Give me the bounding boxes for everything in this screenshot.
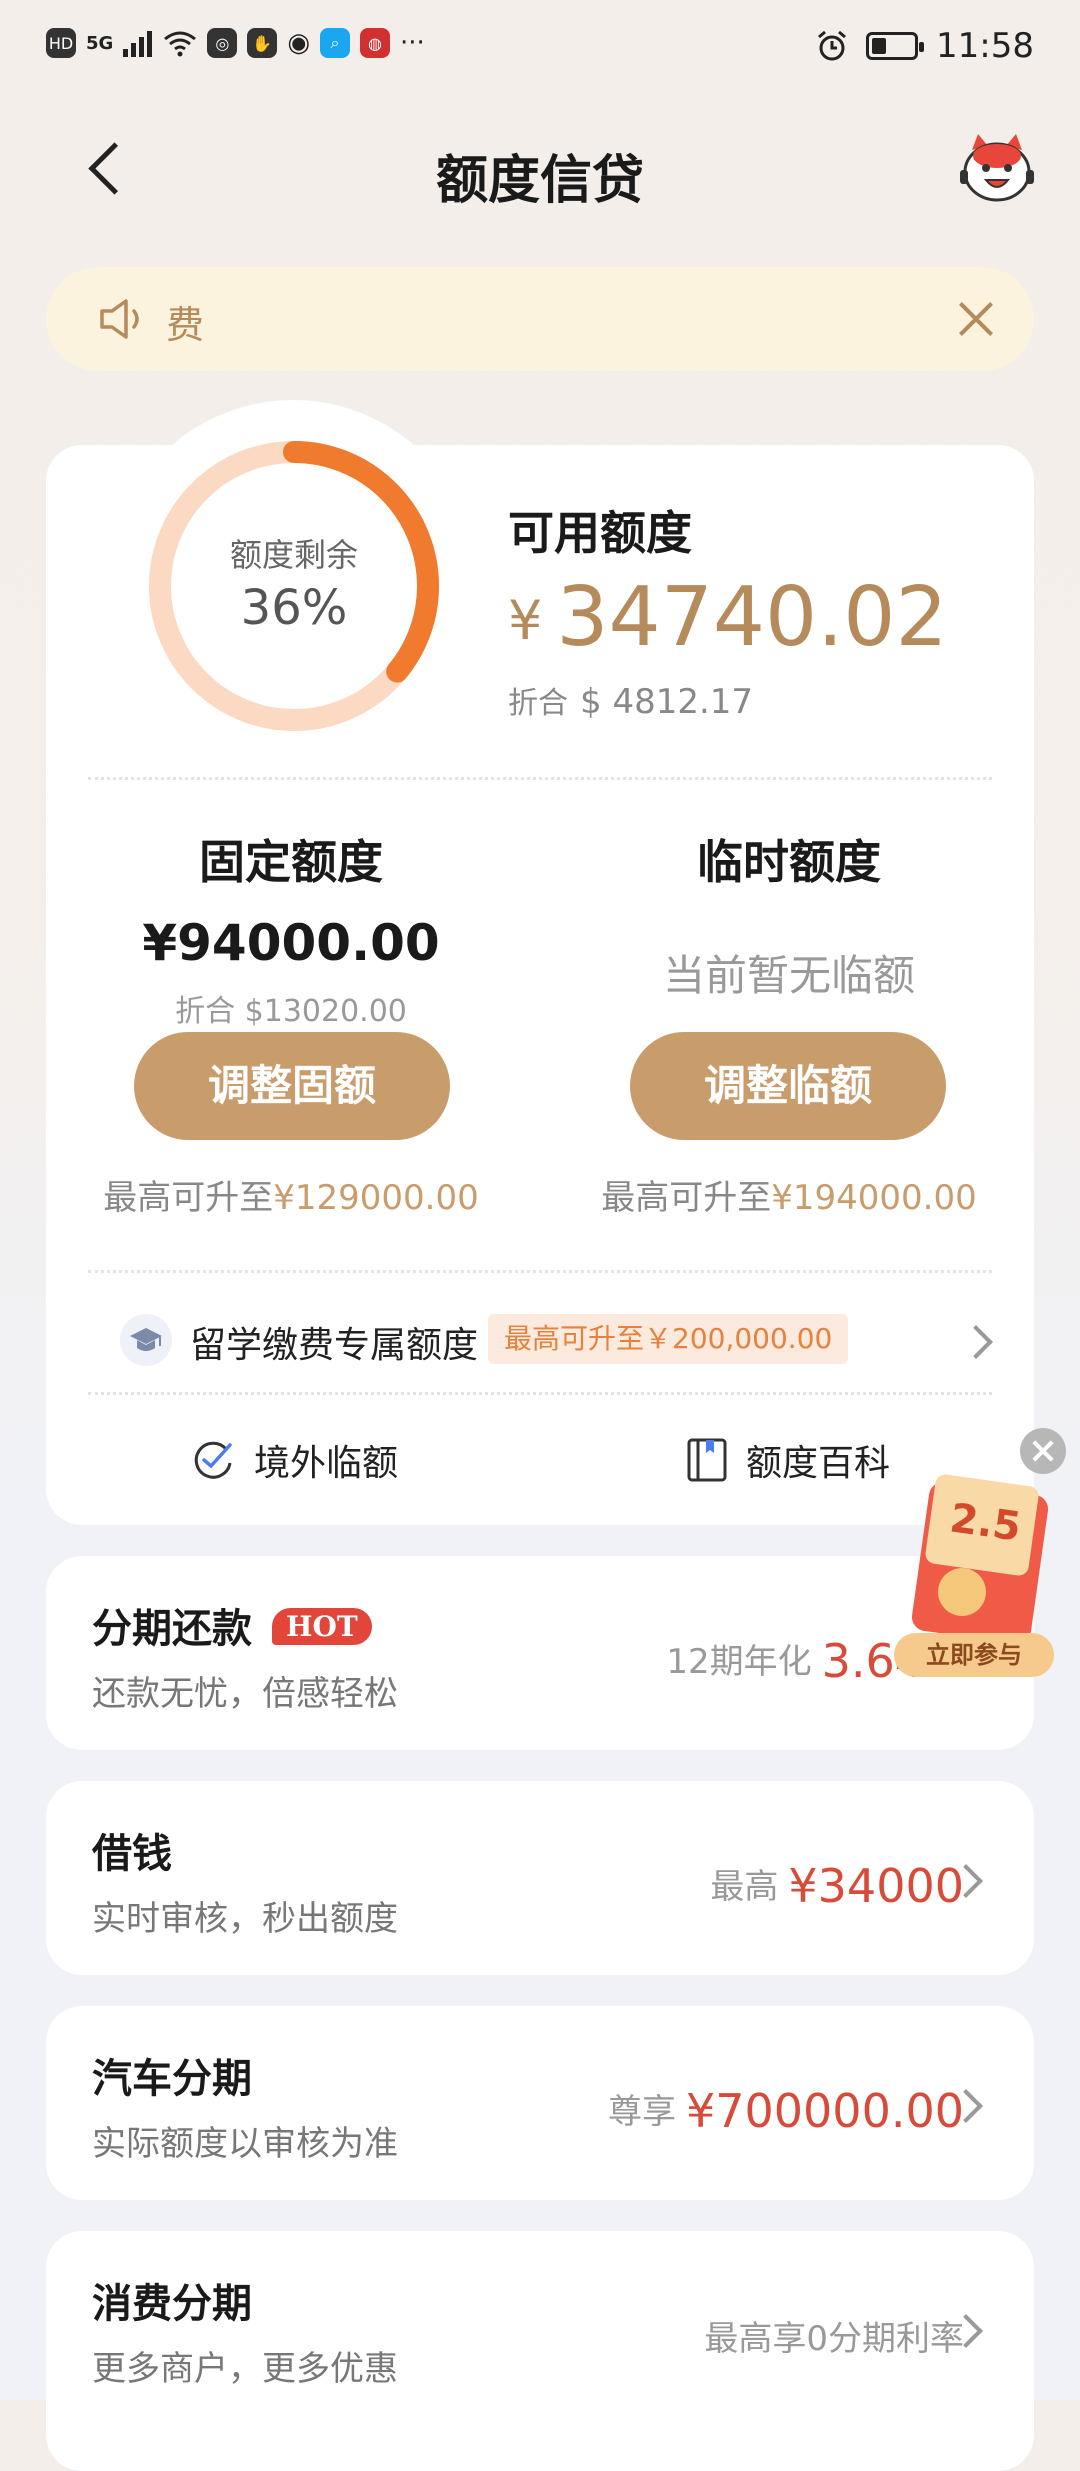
app-red-icon: ◍ [360,28,390,58]
fixed-max-value: ¥129000.00 [273,1178,479,1218]
card-right-label: 尊享 [607,2092,676,2132]
card-title-text: 分期还款 [92,1606,252,1652]
coin-icon [938,1568,986,1616]
study-label: 留学缴费专属额度 [190,1325,479,1366]
card-subtitle: 还款无忧，倍感轻松 [92,1674,398,1714]
currency-symbol: ¥ [508,589,543,652]
fixed-max-line: 最高可升至¥129000.00 [46,1170,536,1219]
temp-title: 临时额度 [697,835,881,889]
search-app-icon: ⌕ [320,28,350,58]
status-bar: HD 5G ◎ ✋ ◉ ⌕ ◍ ··· 11:58 [0,0,1080,96]
card-subtitle: 实时审核，秒出额度 [92,1899,398,1939]
ring-label: 额度剩余 [229,536,358,574]
page-title: 额度信贷 [435,151,644,211]
temp-max-value: ¥194000.00 [771,1178,977,1218]
hand-icon: ✋ [247,28,278,58]
conv-label: 折合 [508,686,568,721]
overseas-temp-link[interactable]: 境外临额 [190,1430,398,1490]
temp-max-prefix: 最高可升至 [601,1178,772,1218]
divider [88,777,992,780]
card-title: 消费分期 [92,2281,252,2327]
adjust-fixed-button[interactable]: 调整固额 [134,1032,450,1140]
card-title: 分期还款 HOT [92,1596,372,1654]
credit-wiki-label: 额度百科 [746,1443,891,1484]
card-right-info: 最高 ¥34000 [710,1855,964,1913]
study-abroad-row[interactable]: 留学缴费专属额度 最高可升至￥200,000.00 [120,1310,1000,1370]
chevron-right-icon [959,1325,993,1359]
more-icon: ··· [400,28,425,58]
signal-bars-icon [123,31,153,57]
nfc-icon: ◉ [287,28,310,58]
promo-number: 2.5 [947,1495,1024,1551]
fixed-title: 固定额度 [199,835,383,889]
graduation-cap-icon [120,1314,172,1366]
wifi-icon [164,31,197,57]
battery-icon [866,32,925,60]
conv-amount: 4812.17 [612,682,754,722]
card-right-info: 尊享 ¥700000.00 [607,2080,964,2138]
hot-badge: HOT [272,1608,372,1645]
overseas-temp-label: 境外临额 [254,1443,399,1484]
consumer-installment-card[interactable]: 消费分期 更多商户，更多优惠 最高享0分期利率 [46,2231,1034,2471]
notice-bar[interactable]: 费 [46,267,1034,371]
card-right-label: 最高 [710,1867,779,1907]
card-right-label: 最高享0分期利率 [704,2319,964,2359]
card-right-value: ¥700000.00 [685,2084,964,2138]
borrow-card[interactable]: 借钱 实时审核，秒出额度 最高 ¥34000 [46,1781,1034,1975]
card-subtitle: 更多商户，更多优惠 [92,2349,398,2389]
temp-status: 当前暂无临额 [662,951,915,1000]
temp-max-line: 最高可升至¥194000.00 [544,1170,1034,1219]
study-max-tag: 最高可升至￥200,000.00 [488,1314,849,1364]
card-right-value: ¥34000 [788,1859,964,1913]
hd-icon: HD [46,28,76,58]
promo-float[interactable]: 2.5 立即参与 [880,1428,1080,1688]
card-title: 借钱 [92,1831,172,1877]
available-title: 可用额度 [508,506,692,560]
fixed-conversion: 折合 $13020.00 [175,994,407,1029]
mascot-icon[interactable] [958,130,1036,208]
promo-close-icon[interactable] [1020,1428,1066,1474]
book-icon [687,1438,727,1482]
fixed-credit-section: 固定额度 ¥94000.00 折合 $13020.00 [46,826,536,1030]
car-installment-card[interactable]: 汽车分期 实际额度以审核为准 尊享 ¥700000.00 [46,2006,1034,2200]
divider [88,1270,992,1273]
divider [88,1392,992,1395]
available-amount-value: 34740.02 [556,570,948,665]
join-now-button[interactable]: 立即参与 [894,1633,1054,1677]
alarm-icon [818,30,846,61]
notice-text: 费 [166,303,205,347]
card-right-label: 12期年化 [666,1642,812,1682]
speaker-icon [100,299,139,339]
status-right: 11:58 [816,26,1034,66]
adjust-temp-button[interactable]: 调整临额 [630,1032,946,1140]
nav-bar: 额度信贷 [0,120,1080,220]
fixed-max-prefix: 最高可升至 [103,1178,274,1218]
close-icon[interactable] [950,293,1002,345]
signal-icon: 5G [86,32,114,54]
ring-percent: 36% [240,580,348,636]
card-title: 汽车分期 [92,2056,252,2102]
card-subtitle: 实际额度以审核为准 [92,2124,398,2164]
card-right-info: 最高享0分期利率 [704,2311,964,2360]
available-conversion: 折合 $ 4812.17 [508,678,753,722]
available-amount: ¥34740.02 [508,570,948,665]
globe-check-icon [194,1441,232,1479]
status-left: HD 5G ◎ ✋ ◉ ⌕ ◍ ··· [46,28,425,58]
app-icon: ◎ [207,28,238,58]
credit-wiki-link[interactable]: 额度百科 [686,1430,890,1490]
temp-credit-section: 临时额度 当前暂无临额 [544,826,1034,1003]
clock: 11:58 [936,26,1034,66]
conv-currency: $ [580,682,602,722]
fixed-amount: ¥94000.00 [142,914,440,972]
